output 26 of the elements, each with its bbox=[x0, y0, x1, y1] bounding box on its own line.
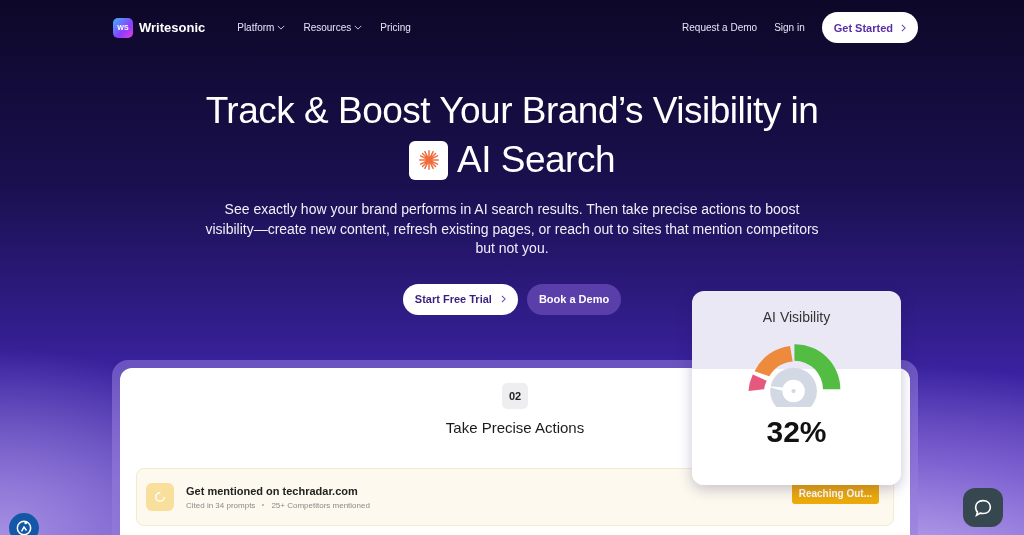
chevron-right-icon bbox=[500, 295, 506, 303]
sparkle-icon bbox=[409, 140, 448, 180]
chat-button[interactable] bbox=[963, 488, 1003, 527]
brand-name[interactable]: Writesonic bbox=[139, 20, 206, 35]
action-title: Get mentioned on techradar.com bbox=[186, 484, 359, 497]
visibility-value: 32% bbox=[766, 415, 827, 449]
action-meta: Cited in 34 prompts bbox=[186, 500, 256, 510]
book-demo-button[interactable]: Book a Demo bbox=[526, 283, 622, 315]
step-number: 02 bbox=[502, 383, 528, 409]
panel-title: Take Precise Actions bbox=[445, 419, 585, 436]
nav-link[interactable]: Platform bbox=[237, 22, 286, 33]
hero-subtitle: See exactly how your brand performs in AI search results. Then take precise actions to boost visibility—create new content, refresh existing pages, or reach out to sites that mention competitors but not you. bbox=[204, 200, 820, 258]
accessibility-icon bbox=[14, 518, 34, 535]
get-started-button[interactable]: Get Started bbox=[821, 12, 918, 43]
hero-title: AI Search bbox=[457, 138, 615, 182]
nav-link[interactable]: Resources bbox=[303, 22, 363, 33]
nav-link[interactable]: Sign in bbox=[774, 22, 805, 33]
hero-title: Track & Boost Your Brand’s Visibility in bbox=[205, 89, 819, 133]
chevron-right-icon bbox=[901, 23, 906, 32]
loading-icon bbox=[146, 483, 174, 511]
card-title: AI Visibility bbox=[762, 309, 831, 325]
accessibility-button[interactable] bbox=[9, 513, 39, 535]
nav-link[interactable]: Request a Demo bbox=[682, 22, 758, 33]
nav-link[interactable]: Pricing bbox=[380, 22, 411, 33]
action-meta: 25+ Competitors mentioned bbox=[271, 500, 370, 510]
start-trial-button[interactable]: Start Free Trial bbox=[402, 283, 518, 315]
